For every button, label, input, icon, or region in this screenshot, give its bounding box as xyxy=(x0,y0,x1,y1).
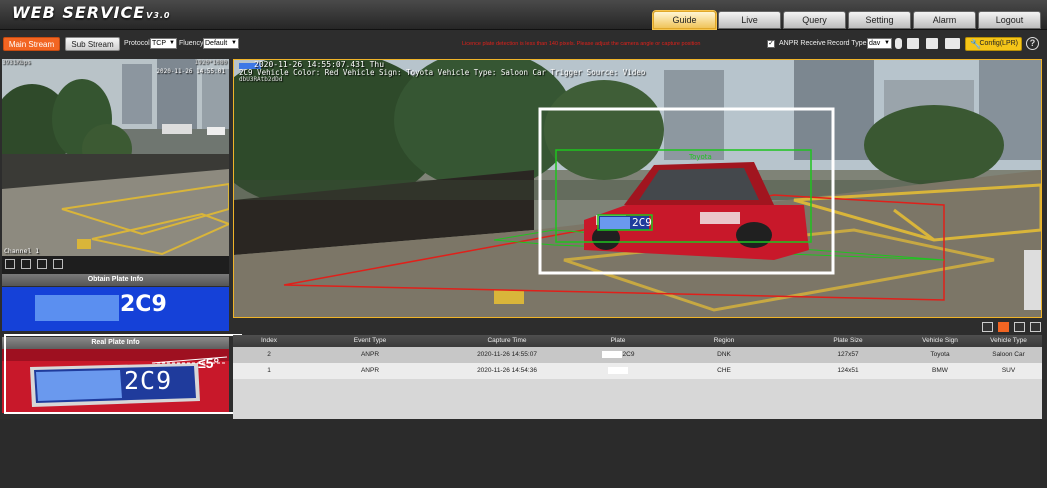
fluency-value: Default xyxy=(205,40,228,47)
col-vehicle-type: Vehicle Type xyxy=(990,337,1027,344)
warning-message: Licence plate detection is less than 140… xyxy=(462,41,701,47)
obtain-plate-image: 2C9 xyxy=(2,287,229,331)
svg-text:2C9: 2C9 xyxy=(632,216,652,229)
tab-live[interactable]: Live xyxy=(718,11,781,29)
main-nav: Guide Live Query Setting Alarm Logout xyxy=(653,11,1041,29)
main-scene: 2C9 Toyota xyxy=(234,60,1041,317)
header-bar: WEB SERVICEV3.0 Guide Live Query Setting… xyxy=(0,0,1047,30)
col-region: Region xyxy=(713,337,735,344)
cell-plate-text: 2C9 xyxy=(622,351,635,358)
fullscreen-icon[interactable] xyxy=(1030,322,1041,332)
channel-preview[interactable]: 3931Kbps 1920*1080 2020-11-26 14:55:01 C… xyxy=(2,59,229,256)
cell-event-type: ANPR xyxy=(360,351,380,358)
tab-logout[interactable]: Logout xyxy=(978,11,1041,29)
logo-text: WEB SERVICE xyxy=(12,3,146,22)
logo: WEB SERVICEV3.0 xyxy=(12,3,171,22)
main-video[interactable]: 2C9 Toyota 2020-11-26 14:55:07.431 Thu 2… xyxy=(233,59,1042,318)
config-lpr-button[interactable]: 🔧 Config(LPR) xyxy=(965,37,1022,51)
record-type-label: Record Type xyxy=(827,40,867,47)
table-row[interactable]: 2 ANPR 2020-11-26 14:55:07 2C9 DNK 127x5… xyxy=(233,347,1042,363)
tab-query[interactable]: Query xyxy=(783,11,846,29)
obtain-plate-text: 2C9 xyxy=(120,292,167,317)
record-type-select[interactable]: dav ▼ xyxy=(867,38,892,49)
toolbar: Main Stream Sub Stream Protocol TCP ▼ Flu… xyxy=(0,30,1047,58)
osd-secondary: dbU3RAtb2dDd xyxy=(239,76,283,83)
real-plate-highlight xyxy=(4,334,242,414)
table-header: Index Event Type Capture Time Plate Regi… xyxy=(233,335,1042,347)
obtain-plate-title: Obtain Plate Info xyxy=(2,274,229,286)
osd-vehicle-info: 2C9 Vehicle Color: Red Vehicle Sign: Toy… xyxy=(239,68,646,77)
protocol-value: TCP xyxy=(152,40,166,47)
fullscreen-icon[interactable] xyxy=(53,259,63,269)
layout-icons xyxy=(982,322,1041,332)
microphone-icon[interactable] xyxy=(895,38,902,49)
logo-version: V3.0 xyxy=(146,11,171,20)
chevron-down-icon: ▼ xyxy=(169,40,175,46)
snapshot-icon[interactable] xyxy=(21,259,31,269)
table-row[interactable]: 1 ANPR 2020-11-26 14:54:36 CHE 124x51 BM… xyxy=(233,363,1042,379)
cell-plate: 2C9 xyxy=(579,347,657,363)
main-stream-button[interactable]: Main Stream xyxy=(3,37,60,51)
tab-setting[interactable]: Setting xyxy=(848,11,911,29)
record-icon[interactable] xyxy=(926,38,938,49)
col-plate-size: Plate Size xyxy=(833,337,863,344)
tab-guide[interactable]: Guide xyxy=(653,11,716,29)
preview-controls xyxy=(2,256,229,274)
camera-icon[interactable] xyxy=(945,38,960,49)
plate-mask xyxy=(607,366,628,374)
cell-plate-size: 124x51 xyxy=(837,367,859,374)
capture-table: Index Event Type Capture Time Plate Regi… xyxy=(233,335,1042,419)
cell-event-type: ANPR xyxy=(360,367,380,374)
web-service-page: WEB SERVICEV3.0 Guide Live Query Setting… xyxy=(0,0,1047,488)
dual-view-icon[interactable] xyxy=(998,322,1009,332)
cell-index: 2 xyxy=(267,351,271,358)
record-type-value: dav xyxy=(869,40,881,47)
config-lpr-label: Config(LPR) xyxy=(979,40,1018,47)
tab-alarm[interactable]: Alarm xyxy=(913,11,976,29)
single-view-icon[interactable] xyxy=(982,322,993,332)
col-plate: Plate xyxy=(610,337,626,344)
col-event-type: Event Type xyxy=(353,337,387,344)
anpr-receive-checkbox[interactable]: ✓ xyxy=(767,40,775,48)
col-capture-time: Capture Time xyxy=(487,337,527,344)
preview-scene xyxy=(2,59,229,256)
svg-text:Toyota: Toyota xyxy=(688,153,712,161)
cell-region: DNK xyxy=(717,351,731,358)
footer-area xyxy=(0,419,1047,488)
snapshot-icon[interactable] xyxy=(907,38,919,49)
fluency-select[interactable]: Default ▼ xyxy=(203,38,239,49)
anpr-receive-label: ANPR Receive xyxy=(779,40,826,47)
cell-vehicle-sign: Toyota xyxy=(930,351,950,358)
stop-icon[interactable] xyxy=(5,259,15,269)
cell-vehicle-type: Saloon Car xyxy=(992,351,1025,358)
record-icon[interactable] xyxy=(37,259,47,269)
plate-mask xyxy=(601,350,622,358)
quad-view-icon[interactable] xyxy=(1014,322,1025,332)
bitrate-readout: 3931Kbps xyxy=(2,59,31,66)
cell-plate-size: 127x57 xyxy=(837,351,859,358)
cell-region: CHE xyxy=(717,367,731,374)
wrench-icon: 🔧 xyxy=(970,39,982,49)
help-icon[interactable]: ? xyxy=(1026,37,1039,50)
cell-index: 1 xyxy=(267,367,271,374)
cell-capture-time: 2020-11-26 14:54:36 xyxy=(477,367,537,374)
chevron-down-icon: ▼ xyxy=(231,40,237,46)
fluency-label: Fluency xyxy=(179,40,204,47)
cell-vehicle-type: SUV xyxy=(1001,367,1016,374)
cell-plate xyxy=(579,363,657,379)
plate-mask xyxy=(35,295,119,321)
protocol-label: Protocol xyxy=(124,40,150,47)
preview-timestamp: 2020-11-26 14:55:01 xyxy=(156,68,225,75)
chevron-down-icon: ▼ xyxy=(884,40,890,46)
channel-label: Channel 1 xyxy=(4,247,40,255)
cell-vehicle-sign: BMW xyxy=(932,367,948,374)
sub-stream-button[interactable]: Sub Stream xyxy=(65,37,120,51)
protocol-select[interactable]: TCP ▼ xyxy=(150,38,177,49)
col-vehicle-sign: Vehicle Sign xyxy=(922,337,958,344)
resolution-readout: 1920*1080 xyxy=(194,59,227,66)
col-index: Index xyxy=(261,337,277,344)
cell-capture-time: 2020-11-26 14:55:07 xyxy=(477,351,537,358)
